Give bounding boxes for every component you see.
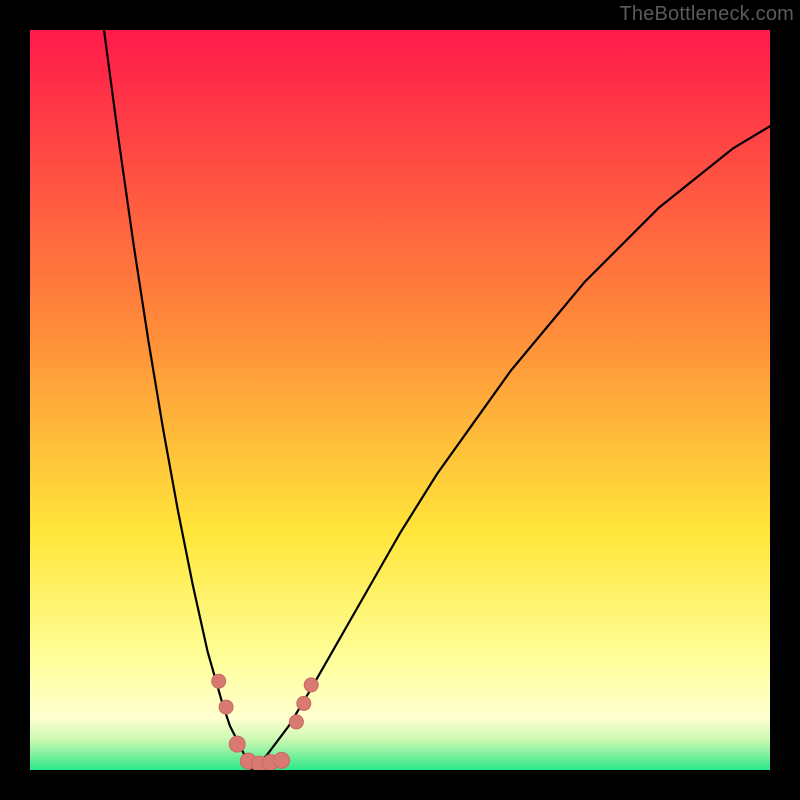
data-marker [229,736,245,752]
chart-svg [30,30,770,770]
data-marker [289,715,303,729]
data-marker [274,752,290,768]
data-marker [304,678,318,692]
plot-area [30,30,770,770]
data-marker [212,674,226,688]
data-marker [219,700,233,714]
data-marker [297,696,311,710]
watermark-text: TheBottleneck.com [619,3,794,26]
chart-frame: TheBottleneck.com [0,0,800,800]
background-gradient [30,30,770,770]
